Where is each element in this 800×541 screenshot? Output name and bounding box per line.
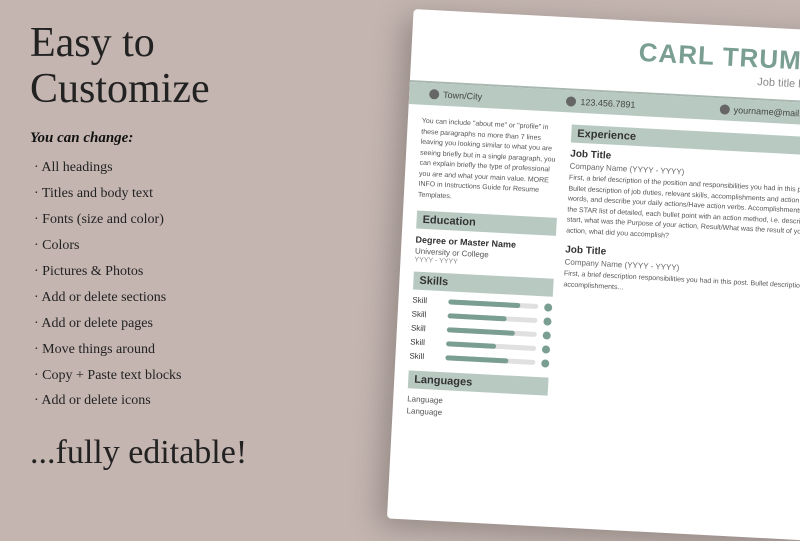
skill-item: Skill [412, 295, 552, 311]
contact-location: Town/City [429, 89, 482, 102]
skill-bar-bg [445, 355, 535, 365]
feature-item: Add or delete sections [30, 285, 290, 311]
skill-item: Skill [409, 351, 549, 367]
skill-label: Skill [409, 351, 439, 362]
skill-bar-fill [448, 299, 520, 308]
skill-bar-bg [446, 341, 536, 351]
skill-bar-bg [448, 299, 538, 309]
skill-label: Skill [411, 323, 441, 334]
skill-item: Skill [411, 323, 551, 339]
feature-list: All headingsTitles and body textFonts (s… [30, 155, 290, 414]
skill-bar-fill [446, 341, 496, 349]
main-title: Easy to Customize [30, 20, 290, 112]
name-part2-colored: TRUMA [722, 41, 800, 76]
skill-dot [543, 317, 551, 325]
resume-left-col: You can include "about me" or "profile" … [406, 117, 562, 426]
phone-icon [566, 96, 577, 107]
feature-item: Colors [30, 233, 290, 259]
email-text: yourname@mail.com [733, 105, 800, 119]
skill-label: Skill [410, 337, 440, 348]
resume-card: CARL TRUMA Job title here Town/City 123.… [387, 9, 800, 541]
contact-phone: 123.456.7891 [566, 96, 635, 110]
skill-label: Skill [412, 295, 442, 306]
location-text: Town/City [443, 90, 482, 102]
skills-container: Skill Skill Skill Skill Skill [409, 295, 552, 367]
experience-job: Job Title Company Name (YYYY - YYYY) Fir… [563, 244, 800, 303]
feature-item: Titles and body text [30, 181, 290, 207]
skill-label: Skill [411, 309, 441, 320]
contact-email: yourname@mail.com [719, 104, 800, 119]
skills-header: Skills [413, 271, 554, 296]
skill-dot [543, 331, 551, 339]
phone-text: 123.456.7891 [580, 97, 636, 110]
languages-header: Languages [408, 370, 549, 395]
skill-dot [542, 345, 550, 353]
exp-desc: First, a brief description of the positi… [566, 173, 800, 249]
left-panel: Easy to Customize You can change: All he… [0, 0, 320, 533]
skill-bar-bg [447, 327, 537, 337]
you-can-change-label: You can change: [30, 130, 290, 147]
feature-item: All headings [30, 155, 290, 181]
email-icon [719, 104, 730, 115]
languages-section: Languages LanguageLanguage [406, 370, 548, 422]
education-header: Education [416, 211, 557, 236]
skill-bar-fill [447, 327, 515, 336]
resume-name-block: CARL TRUMA Job title here [637, 37, 800, 92]
bottom-tagline: ...fully editable! [30, 434, 290, 472]
resume-intro: You can include "about me" or "profile" … [418, 117, 562, 208]
skill-dot [541, 359, 549, 367]
languages-container: LanguageLanguage [406, 394, 547, 422]
skills-section: Skills Skill Skill Skill Skill [409, 271, 553, 367]
feature-item: Fonts (size and color) [30, 207, 290, 233]
skill-bar-bg [448, 313, 538, 323]
experience-job: Job Title Company Name (YYYY - YYYY) Fir… [566, 149, 800, 250]
feature-item: Move things around [30, 337, 290, 363]
feature-item: Add or delete icons [30, 388, 290, 414]
feature-item: Pictures & Photos [30, 259, 290, 285]
resume-body: You can include "about me" or "profile" … [392, 104, 800, 452]
location-icon [429, 89, 440, 100]
skill-item: Skill [411, 309, 551, 325]
feature-item: Copy + Paste text blocks [30, 363, 290, 389]
skill-item: Skill [410, 337, 550, 353]
resume-right-col: Experience Job Title Company Name (YYYY … [556, 125, 800, 440]
skill-bar-fill [448, 313, 507, 321]
skill-bar-fill [445, 355, 508, 363]
experience-container: Job Title Company Name (YYYY - YYYY) Fir… [563, 149, 800, 304]
skill-dot [544, 303, 552, 311]
feature-item: Add or delete pages [30, 311, 290, 337]
name-part1: CARL [638, 37, 715, 71]
